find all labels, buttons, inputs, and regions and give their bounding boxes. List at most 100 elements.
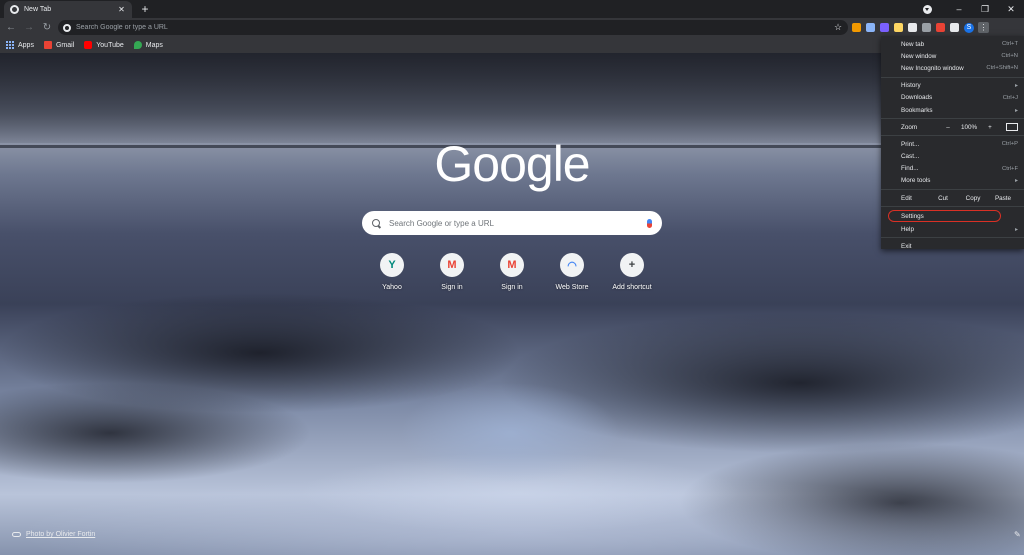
menu-item-help[interactable]: Help ▸ <box>881 223 1024 235</box>
shortcuts-grid: Y Yahoo M Sign in M Sign in ◠ Web Store … <box>362 253 662 303</box>
menu-separator <box>881 206 1024 208</box>
web-store-icon: ◠ <box>560 253 584 277</box>
chrome-menu: New tab Ctrl+T New window Ctrl+N New Inc… <box>881 36 1024 252</box>
notes-icon[interactable] <box>894 23 903 32</box>
zoom-out-button[interactable]: – <box>938 124 958 131</box>
shortcut-gmail-sign-in[interactable]: M Sign in <box>482 253 542 291</box>
pokeball-icon[interactable] <box>936 23 945 32</box>
extensions-area: S ⋮ <box>852 22 989 33</box>
gmail-icon <box>43 41 52 49</box>
photo-credit-link[interactable]: Photo by Olivier Fortin <box>12 531 95 538</box>
menu-item-more-tools[interactable]: More tools ▸ <box>881 175 1024 187</box>
tab-search-icon[interactable] <box>923 4 932 14</box>
puzzle-icon[interactable] <box>950 23 959 32</box>
google-g-icon <box>63 23 71 32</box>
bookmark-youtube[interactable]: YouTube <box>84 41 124 49</box>
background-photo <box>0 53 1024 143</box>
omnibox-input[interactable] <box>76 24 831 31</box>
menu-zoom-row: Zoom – 100% + <box>881 121 1024 133</box>
menu-item-exit[interactable]: Exit <box>881 240 1024 252</box>
menu-item-new-incognito-window[interactable]: New Incognito window Ctrl+Shift+N <box>881 62 1024 74</box>
menu-separator <box>881 118 1024 120</box>
customize-pencil-icon[interactable]: ✎ <box>1014 531 1022 539</box>
menu-item-print[interactable]: Print... Ctrl+P <box>881 138 1024 150</box>
bookmark-label: Maps <box>145 41 163 49</box>
submenu-arrow-icon: ▸ <box>1014 226 1018 233</box>
profile-avatar[interactable]: S <box>964 22 974 33</box>
cut-button[interactable]: Cut <box>928 195 958 202</box>
submenu-arrow-icon: ▸ <box>1014 83 1018 90</box>
search-icon <box>372 219 380 227</box>
ntp-search-box[interactable] <box>362 211 662 235</box>
menu-item-cast[interactable]: Cast... <box>881 151 1024 163</box>
forward-button[interactable]: → <box>22 21 36 35</box>
google-logo: Google <box>434 136 590 192</box>
tab-title: New Tab <box>24 6 52 13</box>
submenu-arrow-icon: ▸ <box>1014 107 1018 114</box>
bookmark-star-icon[interactable]: ☆ <box>831 22 845 33</box>
yahoo-icon: Y <box>380 253 404 277</box>
menu-item-downloads[interactable]: Downloads Ctrl+J <box>881 92 1024 104</box>
window-controls: – ❐ ✕ <box>923 0 1024 18</box>
menu-item-bookmarks[interactable]: Bookmarks ▸ <box>881 104 1024 116</box>
camera-icon[interactable] <box>922 23 931 32</box>
shortcut-label: Add shortcut <box>612 284 652 291</box>
honey-icon[interactable] <box>852 23 861 32</box>
menu-item-find[interactable]: Find... Ctrl+F <box>881 163 1024 175</box>
zoom-in-button[interactable]: + <box>980 124 1000 131</box>
ntp-search-input[interactable] <box>389 218 647 228</box>
minimize-button[interactable]: – <box>946 4 972 14</box>
bookmark-maps[interactable]: Maps <box>133 41 163 49</box>
shortcut-label: Yahoo <box>382 284 402 291</box>
highlight-annotation <box>888 210 1001 223</box>
close-window-button[interactable]: ✕ <box>998 4 1024 15</box>
microphone-icon[interactable] <box>647 218 652 228</box>
menu-item-settings[interactable]: Settings <box>881 209 1024 223</box>
fullscreen-icon[interactable] <box>1006 123 1018 132</box>
back-button[interactable]: ← <box>4 21 18 35</box>
bookmark-label: Apps <box>18 41 34 49</box>
menu-separator <box>881 237 1024 239</box>
shortcut-label: Web Store <box>555 284 589 291</box>
hexagon-icon[interactable] <box>880 23 889 32</box>
bookmarks-bar: Apps Gmail YouTube Maps <box>0 37 1024 53</box>
dark-ext-icon[interactable] <box>908 23 917 32</box>
menu-item-history[interactable]: History ▸ <box>881 80 1024 92</box>
menu-separator <box>881 135 1024 137</box>
bookmark-apps[interactable]: Apps <box>6 41 34 49</box>
paste-button[interactable]: Paste <box>988 195 1018 202</box>
copy-button[interactable]: Copy <box>958 195 988 202</box>
zoom-level: 100% <box>960 123 978 131</box>
photo-credit-text: Photo by Olivier Fortin <box>26 531 96 538</box>
plus-icon: + <box>620 253 644 277</box>
tab-new-tab[interactable]: New Tab ✕ <box>4 1 132 18</box>
menu-separator <box>881 76 1024 78</box>
shortcut-label: Sign in <box>441 284 463 291</box>
shortcut-label: Sign in <box>501 284 523 291</box>
tab-strip: New Tab ✕ + – ❐ ✕ <box>0 0 1024 18</box>
menu-item-new-tab[interactable]: New tab Ctrl+T <box>881 38 1024 50</box>
new-tab-button[interactable]: + <box>138 2 152 16</box>
omnibox[interactable]: ☆ <box>58 20 848 35</box>
youtube-icon <box>84 41 93 49</box>
shortcut-web-store[interactable]: ◠ Web Store <box>542 253 602 291</box>
menu-kebab-icon[interactable]: ⋮ <box>978 22 989 33</box>
shortcut-yahoo[interactable]: Y Yahoo <box>362 253 422 291</box>
submenu-arrow-icon: ▸ <box>1014 178 1018 185</box>
menu-item-new-window[interactable]: New window Ctrl+N <box>881 50 1024 62</box>
link-icon <box>12 532 21 537</box>
bookmark-label: Gmail <box>55 41 75 49</box>
tab-close-icon[interactable]: ✕ <box>117 5 126 14</box>
cursor-icon[interactable] <box>866 23 875 32</box>
shortcut-add[interactable]: + Add shortcut <box>602 253 662 291</box>
gmail-icon: M <box>440 253 464 277</box>
bookmark-gmail[interactable]: Gmail <box>43 41 75 49</box>
menu-separator <box>881 189 1024 191</box>
maps-pin-icon <box>133 41 142 49</box>
new-tab-page: Google Y Yahoo M Sign in M Sign in ◠ Web… <box>0 53 1024 555</box>
reload-button[interactable]: ↻ <box>40 21 54 35</box>
restore-button[interactable]: ❐ <box>972 4 998 15</box>
shortcut-gmail-sign-in[interactable]: M Sign in <box>422 253 482 291</box>
chrome-favicon-icon <box>10 5 19 14</box>
gmail-icon: M <box>500 253 524 277</box>
